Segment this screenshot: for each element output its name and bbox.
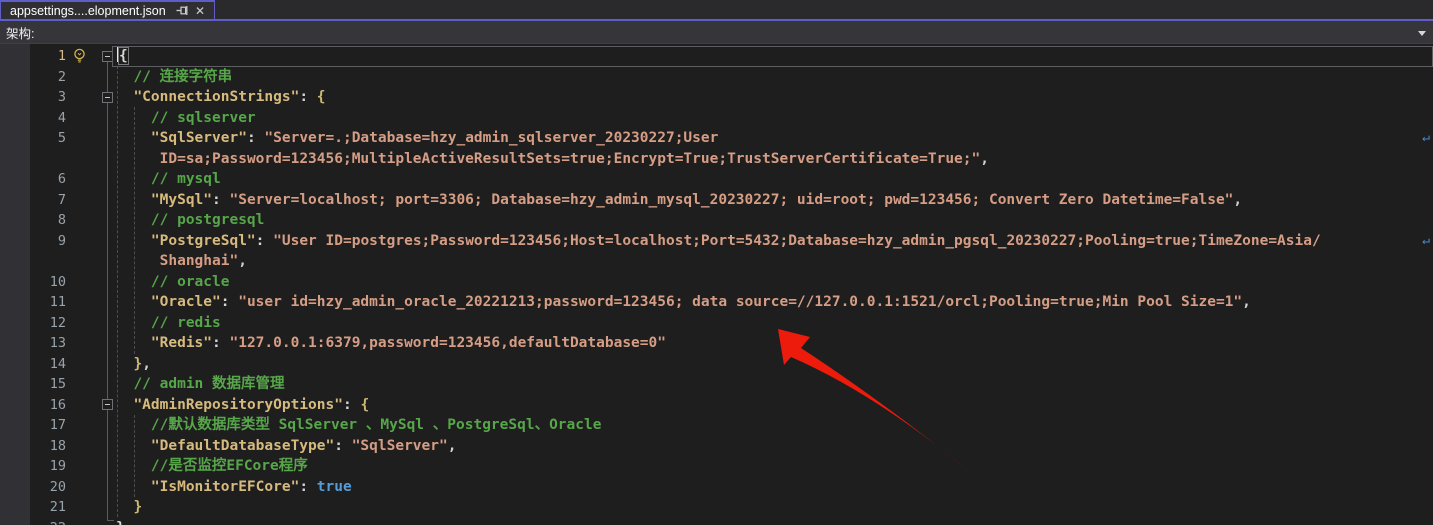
code-line[interactable]: // mysql xyxy=(112,169,1433,190)
code-rows: {// 连接字符串"ConnectionStrings": {// sqlser… xyxy=(112,44,1433,525)
schema-bar: 架构: xyxy=(0,21,1433,44)
line-number-gutter: 12345678910111213141516171819202122 xyxy=(30,44,68,525)
line-number: 1 xyxy=(58,46,66,67)
code-line[interactable]: ID=sa;Password=123456;MultipleActiveResu… xyxy=(112,149,1433,170)
line-number: 17 xyxy=(50,415,66,436)
code-line[interactable]: "DefaultDatabaseType": "SqlServer", xyxy=(112,436,1433,457)
code-line[interactable]: "Oracle": "user id=hzy_admin_oracle_2022… xyxy=(112,292,1433,313)
fold-scope-line xyxy=(107,61,108,520)
line-number: 14 xyxy=(50,354,66,375)
code-editor[interactable]: 12345678910111213141516171819202122 {// … xyxy=(0,44,1433,525)
code-line[interactable]: { xyxy=(112,46,1433,67)
tab-title: appsettings....elopment.json xyxy=(10,4,172,18)
word-wrap-icon: ↵ xyxy=(1422,231,1430,252)
code-line[interactable]: Shanghai", xyxy=(112,251,1433,272)
code-line[interactable]: "SqlServer": "Server=.;Database=hzy_admi… xyxy=(112,128,1433,149)
line-number: 10 xyxy=(50,272,66,293)
code-line[interactable]: // admin 数据库管理 xyxy=(112,374,1433,395)
code-line[interactable]: "AdminRepositoryOptions": { xyxy=(112,395,1433,416)
code-line[interactable]: // oracle xyxy=(112,272,1433,293)
glyph-margin xyxy=(0,44,30,525)
code-line[interactable]: "IsMonitorEFCore": true xyxy=(112,477,1433,498)
line-number: 16 xyxy=(50,395,66,416)
code-line[interactable]: //是否监控EFCore程序 xyxy=(112,456,1433,477)
schema-dropdown[interactable] xyxy=(42,21,1433,43)
code-line[interactable]: //默认数据库类型 SqlServer 、MySql 、PostgreSql、O… xyxy=(112,415,1433,436)
line-number: 15 xyxy=(50,374,66,395)
line-number: 11 xyxy=(50,292,66,313)
code-line[interactable]: "Redis": "127.0.0.1:6379,password=123456… xyxy=(112,333,1433,354)
line-number: 5 xyxy=(58,128,66,149)
line-number: 18 xyxy=(50,436,66,457)
code-line[interactable]: "MySql": "Server=localhost; port=3306; D… xyxy=(112,190,1433,211)
code-line[interactable]: // sqlserver xyxy=(112,108,1433,129)
line-number: 9 xyxy=(58,231,66,252)
code-line[interactable]: } xyxy=(112,518,1433,525)
tab-bar: appsettings....elopment.json ✕ xyxy=(0,0,1433,21)
line-number: 19 xyxy=(50,456,66,477)
line-number: 2 xyxy=(58,67,66,88)
line-number: 13 xyxy=(50,333,66,354)
code-line[interactable]: // postgresql xyxy=(112,210,1433,231)
line-number: 7 xyxy=(58,190,66,211)
line-number: 21 xyxy=(50,497,66,518)
word-wrap-icon: ↵ xyxy=(1422,128,1430,149)
line-number: 4 xyxy=(58,108,66,129)
pin-icon[interactable] xyxy=(174,3,190,18)
tab-appsettings[interactable]: appsettings....elopment.json ✕ xyxy=(0,0,215,19)
code-line[interactable]: "PostgreSql": "User ID=postgres;Password… xyxy=(112,231,1433,252)
line-number: 12 xyxy=(50,313,66,334)
line-number: 22 xyxy=(50,518,66,525)
lightbulb-icon[interactable] xyxy=(72,48,88,64)
schema-label: 架构: xyxy=(0,23,42,42)
chevron-down-icon xyxy=(1418,31,1426,36)
close-icon[interactable]: ✕ xyxy=(192,3,208,18)
code-line[interactable]: // 连接字符串 xyxy=(112,67,1433,88)
line-number: 8 xyxy=(58,210,66,231)
vs-editor-window: appsettings....elopment.json ✕ 架构: 12345… xyxy=(0,0,1433,525)
code-line[interactable]: "ConnectionStrings": { xyxy=(112,87,1433,108)
line-number: 6 xyxy=(58,169,66,190)
line-number: 3 xyxy=(58,87,66,108)
line-number: 20 xyxy=(50,477,66,498)
code-line[interactable]: // redis xyxy=(112,313,1433,334)
code-line[interactable]: } xyxy=(112,497,1433,518)
code-line[interactable]: }, xyxy=(112,354,1433,375)
